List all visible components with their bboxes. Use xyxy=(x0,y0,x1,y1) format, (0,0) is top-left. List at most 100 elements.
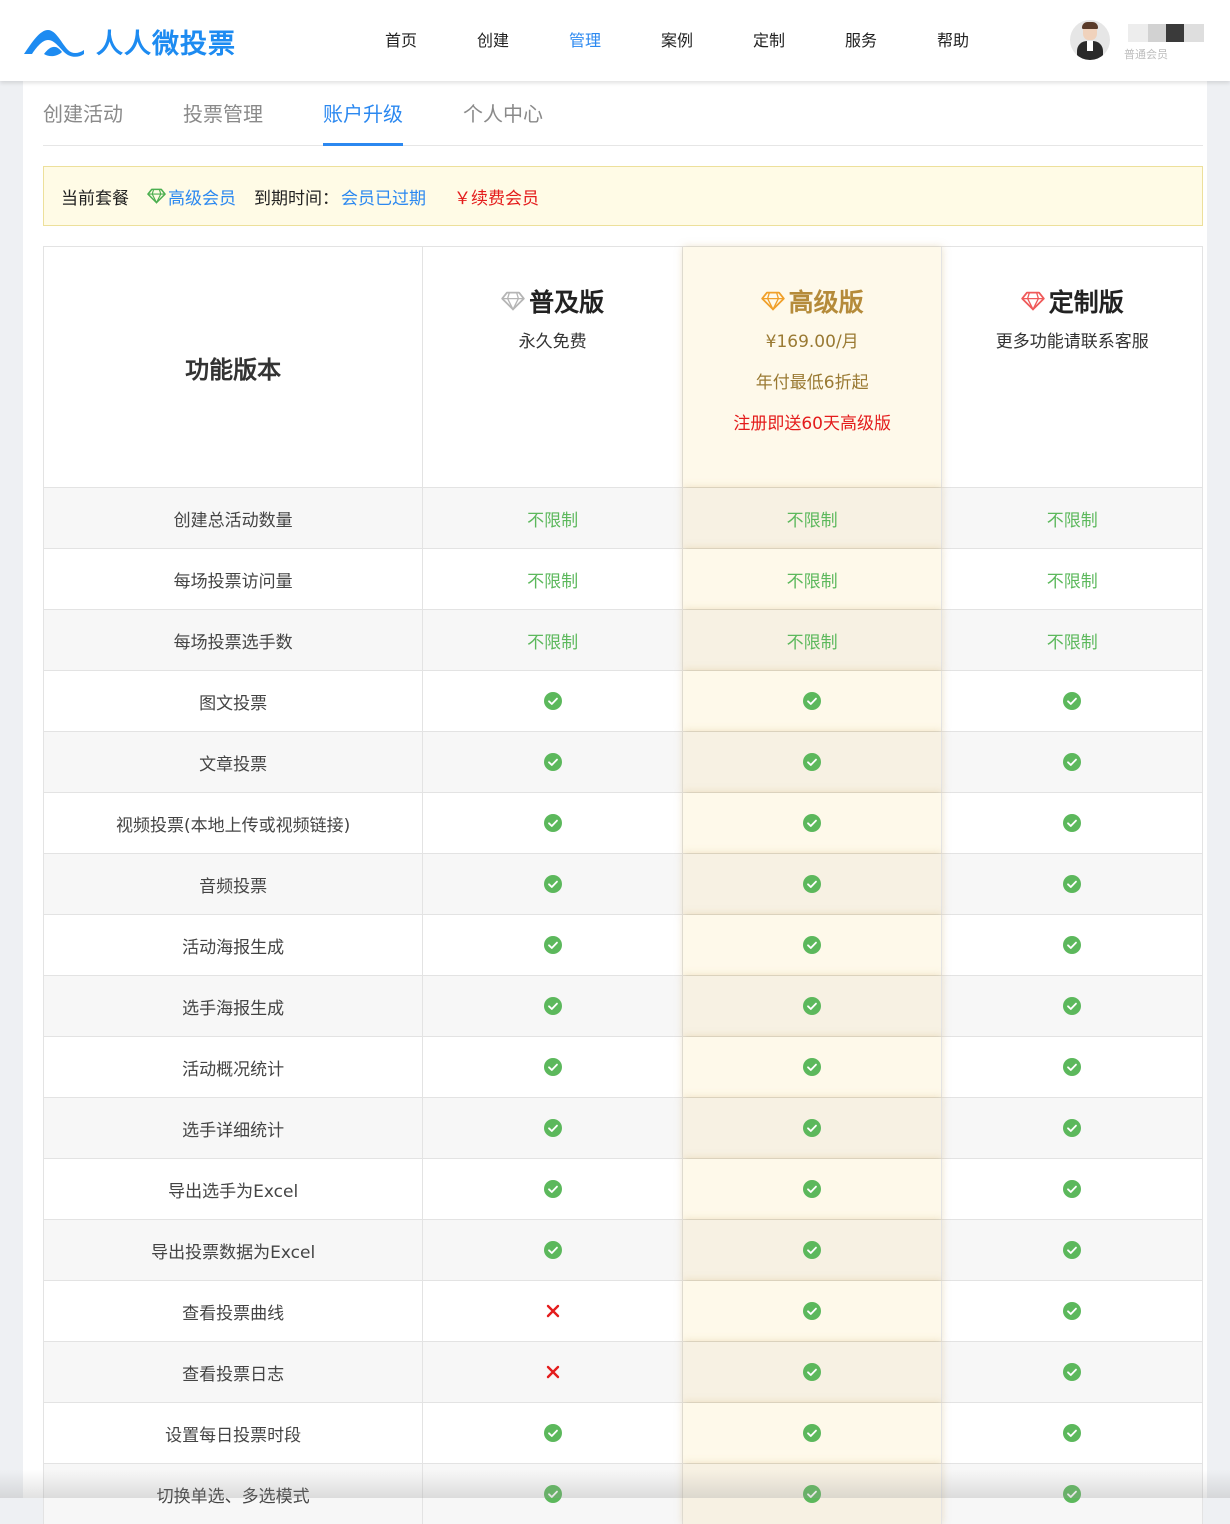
plan-price-premium: ¥169.00/月 xyxy=(765,332,859,352)
feature-name: 文章投票 xyxy=(44,732,424,792)
unlimited-label: 不限制 xyxy=(1046,510,1098,531)
tab-create-activity[interactable]: 创建活动 xyxy=(43,81,123,146)
unlimited-label: 不限制 xyxy=(786,571,838,592)
feature-name: 选手海报生成 xyxy=(44,976,424,1036)
gold-diamond-icon xyxy=(760,291,785,311)
unlimited-label: 不限制 xyxy=(1046,632,1098,653)
feature-name: 切换单选、多选模式 xyxy=(44,1464,424,1524)
table-row: 每场投票选手数 不限制 不限制 不限制 xyxy=(43,609,1203,670)
page-card: 创建活动 投票管理 账户升级 个人中心 当前套餐 高级会员 到期时间： 会员已过… xyxy=(23,81,1207,1524)
check-circle-icon xyxy=(543,997,562,1015)
check-circle-icon xyxy=(803,1119,822,1137)
plan-name-premium: 高级版 xyxy=(788,288,864,317)
gray-diamond-icon xyxy=(501,291,525,311)
expire-value: 会员已过期 xyxy=(341,188,426,209)
feature-rows: 创建总活动数量 不限制 不限制 不限制 每场投票访问量 不限制 不限制 不限制 每场投票选手数不… xyxy=(43,487,1203,1524)
nav-item-create[interactable]: 创建 xyxy=(447,0,539,81)
user-menu[interactable]: 普通会员 xyxy=(1070,20,1215,64)
check-circle-icon xyxy=(803,1363,822,1381)
feature-cell: 不限制 xyxy=(682,488,943,548)
feature-cell xyxy=(682,976,943,1036)
feature-cell xyxy=(942,671,1202,731)
feature-cell xyxy=(942,976,1202,1036)
check-circle-icon xyxy=(803,1241,822,1259)
plan-annual-discount: 年付最低6折起 xyxy=(755,373,869,393)
check-circle-icon xyxy=(803,753,822,771)
feature-cell xyxy=(942,854,1202,914)
expire-label: 到期时间： xyxy=(254,188,339,209)
check-circle-icon xyxy=(803,1424,822,1442)
feature-cell xyxy=(682,1464,943,1524)
feature-cell xyxy=(942,1281,1202,1341)
nav-item-custom[interactable]: 定制 xyxy=(723,0,815,81)
nav-item-help[interactable]: 帮助 xyxy=(907,0,999,81)
tab-vote-management[interactable]: 投票管理 xyxy=(183,81,263,146)
feature-cell: 不限制 xyxy=(682,610,943,670)
feature-cell xyxy=(682,1281,943,1341)
feature-cell xyxy=(682,1220,943,1280)
feature-cell xyxy=(423,732,683,792)
check-circle-icon xyxy=(1063,1424,1082,1442)
check-circle-icon xyxy=(543,1241,562,1259)
nav-item-cases[interactable]: 案例 xyxy=(631,0,723,81)
brand-logo[interactable]: 人人微投票 xyxy=(22,22,236,61)
feature-cell: 不限制 xyxy=(423,549,683,609)
user-name-redacted xyxy=(1128,24,1208,42)
cross-icon xyxy=(546,1365,559,1379)
feature-name: 查看投票曲线 xyxy=(44,1281,424,1341)
feature-cell xyxy=(942,732,1202,792)
check-circle-icon xyxy=(803,875,822,893)
feature-cell xyxy=(423,793,683,853)
feature-cell xyxy=(423,1464,683,1524)
table-row: 选手海报生成 xyxy=(43,975,1203,1036)
current-plan-bar: 当前套餐 高级会员 到期时间： 会员已过期 ￥续费会员 xyxy=(43,166,1203,226)
check-circle-icon xyxy=(803,1180,822,1198)
plan-name-basic: 普及版 xyxy=(529,288,605,317)
comparison-header-row: 功能版本 普及版 永久免费 高级版 ¥169.00/月 年付最低6折起 注册即送… xyxy=(43,246,1203,487)
check-circle-icon xyxy=(543,1180,562,1198)
check-circle-icon xyxy=(1063,692,1082,710)
check-circle-icon xyxy=(1063,1180,1082,1198)
red-diamond-icon xyxy=(1021,291,1045,311)
table-row: 导出投票数据为Excel xyxy=(43,1219,1203,1280)
check-circle-icon xyxy=(543,1119,562,1137)
feature-cell xyxy=(682,1159,943,1219)
check-circle-icon xyxy=(543,936,562,954)
feature-cell: 不限制 xyxy=(942,488,1202,548)
plan-column-custom: 定制版 更多功能请联系客服 xyxy=(942,247,1202,487)
check-circle-icon xyxy=(1063,1241,1082,1259)
tab-personal-center[interactable]: 个人中心 xyxy=(463,81,543,146)
table-row: 查看投票曲线 xyxy=(43,1280,1203,1341)
table-row: 图文投票 xyxy=(43,670,1203,731)
feature-cell: 不限制 xyxy=(942,549,1202,609)
nav-item-service[interactable]: 服务 xyxy=(815,0,907,81)
feature-cell xyxy=(423,1403,683,1463)
check-circle-icon xyxy=(803,1058,822,1076)
feature-cell xyxy=(682,854,943,914)
table-row: 导出选手为Excel xyxy=(43,1158,1203,1219)
current-plan-name[interactable]: 高级会员 xyxy=(168,184,236,209)
feature-cell xyxy=(942,915,1202,975)
feature-cell xyxy=(942,1037,1202,1097)
feature-name: 活动海报生成 xyxy=(44,915,424,975)
check-circle-icon xyxy=(543,1485,562,1503)
avatar[interactable] xyxy=(1070,20,1110,60)
feature-name: 创建总活动数量 xyxy=(44,488,424,548)
feature-name: 导出选手为Excel xyxy=(44,1159,424,1219)
table-row: 查看投票日志 xyxy=(43,1341,1203,1402)
tab-account-upgrade[interactable]: 账户升级 xyxy=(323,81,403,146)
renew-membership-link[interactable]: ￥续费会员 xyxy=(454,184,539,209)
plan-column-basic: 普及版 永久免费 xyxy=(423,247,683,487)
table-row: 文章投票 xyxy=(43,731,1203,792)
plan-name-custom: 定制版 xyxy=(1048,288,1124,317)
feature-cell xyxy=(682,915,943,975)
check-circle-icon xyxy=(1063,1363,1082,1381)
logo-wave-icon xyxy=(24,29,84,57)
check-circle-icon xyxy=(1063,814,1082,832)
main-nav: 首页 创建 管理 案例 定制 服务 帮助 xyxy=(355,0,999,81)
nav-item-home[interactable]: 首页 xyxy=(355,0,447,81)
check-circle-icon xyxy=(803,1485,822,1503)
nav-item-manage[interactable]: 管理 xyxy=(539,0,631,81)
check-circle-icon xyxy=(803,936,822,954)
feature-cell xyxy=(942,1159,1202,1219)
